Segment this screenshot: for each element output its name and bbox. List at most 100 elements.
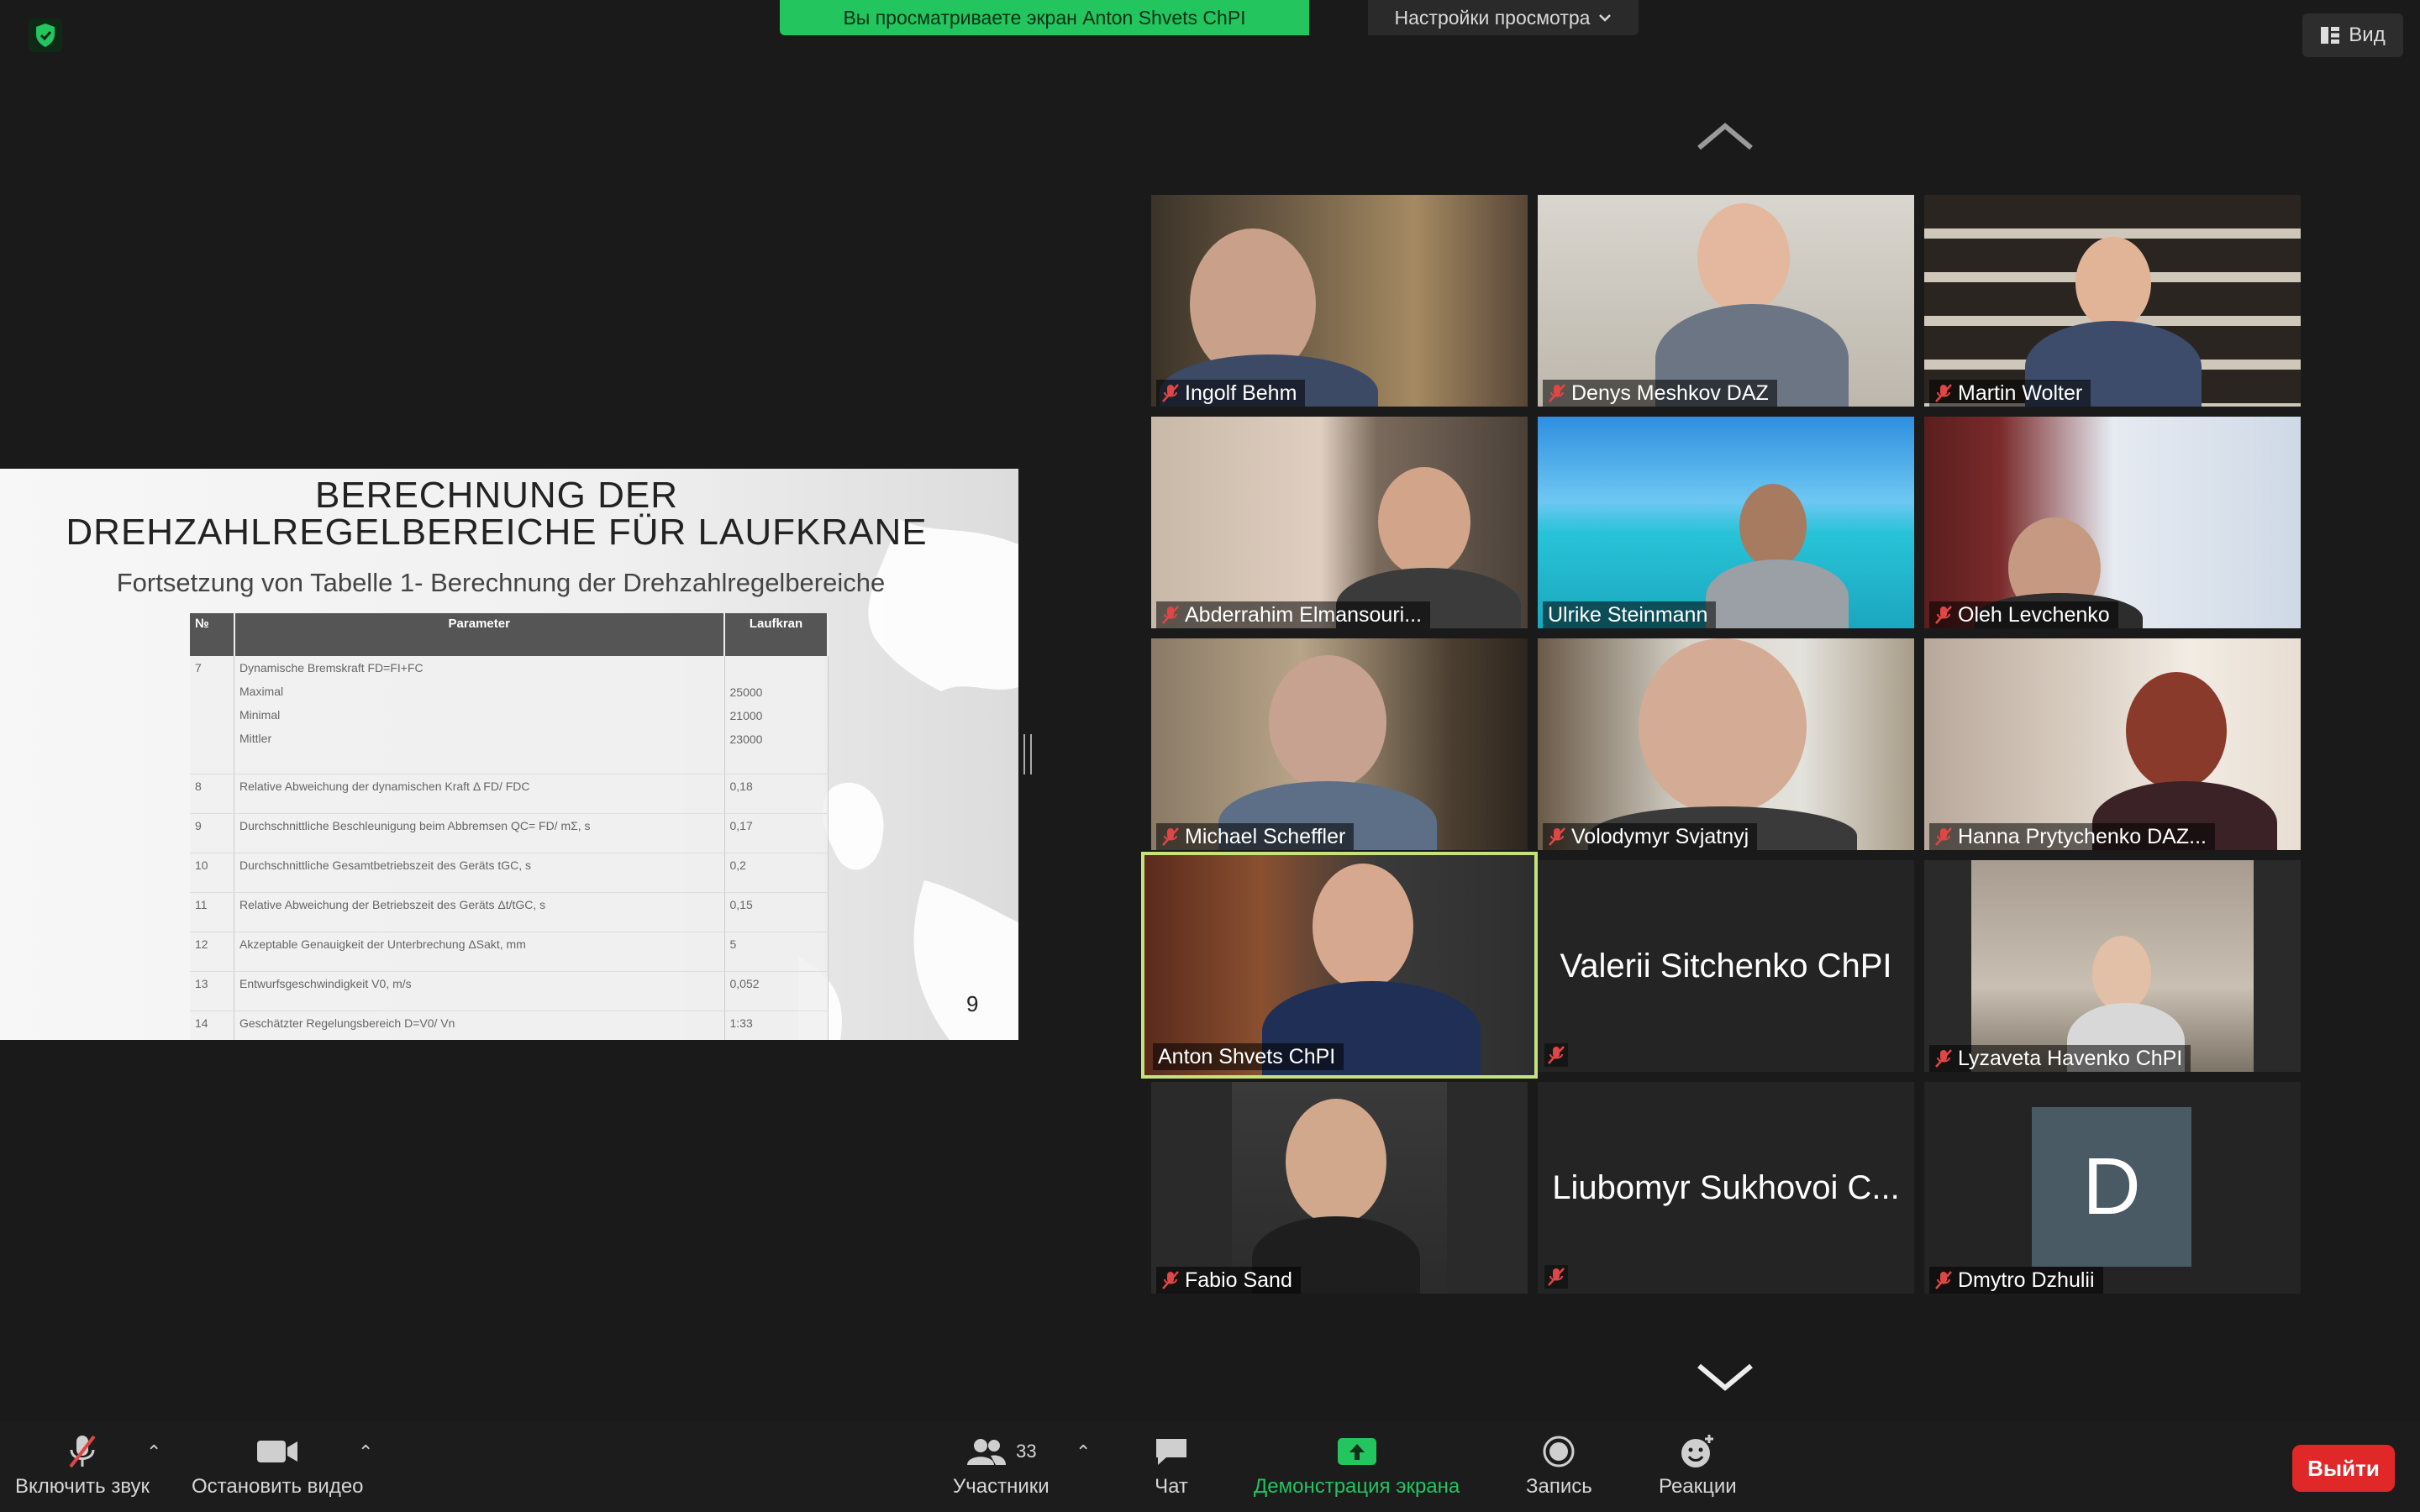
- video-tile[interactable]: Michael Scheffler: [1151, 638, 1528, 850]
- mic-muted-icon: [1935, 606, 1952, 624]
- unmute-label: Включить звук: [15, 1475, 150, 1498]
- avatar: D: [2032, 1107, 2191, 1267]
- share-screen-label: Демонстрация экрана: [1254, 1475, 1460, 1498]
- participant-name: Ulrike Steinmann: [1548, 602, 1708, 627]
- participant-name: Volodymyr Svjatnyj: [1571, 824, 1749, 848]
- participants-count: 33: [1016, 1441, 1037, 1462]
- participant-name: Fabio Sand: [1185, 1268, 1292, 1292]
- mic-muted-icon: [1935, 1271, 1952, 1289]
- video-tile-active-speaker[interactable]: Anton Shvets ChPI: [1141, 852, 1538, 1079]
- participant-name-tag: Denys Meshkov DAZ: [1543, 380, 1777, 407]
- row-value: 5: [724, 932, 829, 972]
- mic-muted-icon: [1162, 606, 1179, 624]
- share-screen-button[interactable]: Демонстрация экрана: [1254, 1435, 1460, 1499]
- participant-name: Lyzaveta Havenko ChPI: [1958, 1046, 2183, 1070]
- stop-video-button[interactable]: Остановить видео: [192, 1435, 364, 1499]
- mic-muted-icon: [1548, 1268, 1565, 1286]
- row-number: 12: [190, 932, 234, 972]
- row-value: 1:33: [724, 1011, 829, 1040]
- row-number: 7: [190, 656, 234, 774]
- sub-value: 25000: [729, 685, 763, 699]
- column-header: Parameter: [234, 613, 725, 656]
- table-row: 8 Relative Abweichung der dynamischen Kra…: [190, 774, 829, 814]
- chevron-down-icon[interactable]: [1696, 1359, 1754, 1393]
- chevron-up-icon[interactable]: [1696, 119, 1754, 153]
- resize-handle[interactable]: [1023, 734, 1032, 774]
- sub-label: Minimal: [239, 708, 281, 722]
- column-header: Laufkran: [724, 613, 829, 656]
- table-row: 11 Relative Abweichung der Betriebszeit d…: [190, 892, 829, 932]
- audio-options-caret[interactable]: ⌃: [146, 1441, 161, 1463]
- view-button[interactable]: Вид: [2302, 13, 2403, 57]
- video-camera-icon: [257, 1441, 298, 1462]
- participant-name: Oleh Levchenko: [1958, 602, 2110, 627]
- participant-name: Hanna Prytychenko DAZ...: [1958, 824, 2207, 848]
- video-tile[interactable]: Ulrike Steinmann: [1538, 417, 1914, 628]
- slide-subtitle: Fortsetzung von Tabelle 1- Berechnung de…: [116, 568, 886, 597]
- video-tile[interactable]: Volodymyr Svjatnyj: [1538, 638, 1914, 850]
- participant-name-tag: Anton Shvets ChPI: [1153, 1043, 1344, 1070]
- participant-name-tag: Dmytro Dzhulii: [1929, 1267, 2103, 1294]
- participant-name: Ingolf Behm: [1185, 381, 1297, 405]
- row-value: 0,15: [724, 892, 829, 932]
- participant-name-tag: Volodymyr Svjatnyj: [1543, 823, 1758, 850]
- participant-display-name: Valerii Sitchenko ChPI: [1560, 947, 1892, 984]
- video-tile-off[interactable]: Liubomyr Sukhovoi C...: [1538, 1082, 1914, 1294]
- row-number: 8: [190, 774, 234, 814]
- participants-options-caret[interactable]: ⌃: [1076, 1441, 1091, 1463]
- video-tile-off[interactable]: D Dmytro Dzhulii: [1924, 1082, 2301, 1294]
- video-tile[interactable]: Abderrahim Elmansouri...: [1151, 417, 1528, 628]
- video-tile[interactable]: Martin Wolter: [1924, 195, 2301, 407]
- row-number: 11: [190, 892, 234, 932]
- participant-name: Michael Scheffler: [1185, 824, 1346, 848]
- video-options-caret[interactable]: ⌃: [358, 1441, 373, 1463]
- row-number: 10: [190, 853, 234, 893]
- participants-button[interactable]: 33 Участники: [953, 1435, 1050, 1499]
- leave-button[interactable]: Выйти: [2292, 1445, 2395, 1492]
- reactions-button[interactable]: Реакции: [1659, 1435, 1737, 1499]
- participant-name: Denys Meshkov DAZ: [1571, 381, 1769, 405]
- participant-name: Martin Wolter: [1958, 381, 2083, 405]
- participant-name-tag: Oleh Levchenko: [1929, 601, 2118, 628]
- row-value: 0,17: [724, 813, 829, 853]
- row-parameter: Entwurfsgeschwindigkeit V0, m/s: [234, 971, 725, 1011]
- participant-name: Dmytro Dzhulii: [1958, 1268, 2095, 1292]
- record-button[interactable]: Запись: [1526, 1435, 1592, 1499]
- record-label: Запись: [1526, 1475, 1592, 1498]
- video-tile[interactable]: Hanna Prytychenko DAZ...: [1924, 638, 2301, 850]
- emoji-reaction-icon: [1681, 1435, 1714, 1467]
- table-row: 14 Geschätzter Regelungsbereich D=V0/ Vn 1…: [190, 1011, 829, 1040]
- mic-muted-icon: [1162, 384, 1179, 402]
- unmute-button[interactable]: Включить звук: [15, 1435, 150, 1499]
- table-row: 9 Durchschnittliche Beschleunigung beim A…: [190, 813, 829, 853]
- video-tile[interactable]: Oleh Levchenko: [1924, 417, 2301, 628]
- participant-name-tag: Fabio Sand: [1156, 1267, 1301, 1294]
- mic-muted-icon: [1162, 1271, 1179, 1289]
- column-header: №: [190, 613, 235, 656]
- view-options-button[interactable]: Настройки просмотра: [1368, 0, 1639, 35]
- video-tile[interactable]: Denys Meshkov DAZ: [1538, 195, 1914, 407]
- row-parameter: Durchschnittliche Beschleunigung beim Ab…: [234, 813, 725, 853]
- mic-muted-icon: [1935, 1049, 1952, 1068]
- participant-name-tag: Martin Wolter: [1929, 380, 2091, 407]
- shared-screen-slide[interactable]: BERECHNUNG DER DREHZAHLREGELBEREICHE FÜR…: [0, 469, 1018, 1040]
- participants-label: Участники: [953, 1475, 1050, 1498]
- microphone-muted-icon: [69, 1435, 96, 1468]
- sub-label: Maximal: [239, 685, 284, 698]
- video-tile[interactable]: Lyzaveta Havenko ChPI: [1924, 860, 2301, 1072]
- video-tile[interactable]: Fabio Sand: [1151, 1082, 1528, 1294]
- row-value: 0,052: [724, 971, 829, 1011]
- video-tile-off[interactable]: Valerii Sitchenko ChPI: [1538, 860, 1914, 1072]
- chat-button[interactable]: Чат: [1153, 1435, 1190, 1499]
- participant-name-tag: Lyzaveta Havenko ChPI: [1929, 1045, 2191, 1072]
- row-number: 9: [190, 813, 234, 853]
- chat-label: Чат: [1155, 1475, 1188, 1498]
- grid-layout-icon: [2321, 27, 2340, 44]
- row-value: 0,2: [724, 853, 829, 893]
- screen-share-banner: Вы просматриваете экран Anton Shvets ChP…: [780, 0, 1309, 35]
- row-number: 14: [190, 1011, 234, 1040]
- sub-value: 21000: [729, 709, 763, 722]
- participant-name-tag: Ingolf Behm: [1156, 380, 1306, 407]
- video-tile[interactable]: Ingolf Behm: [1151, 195, 1528, 407]
- security-shield-icon[interactable]: [29, 18, 62, 52]
